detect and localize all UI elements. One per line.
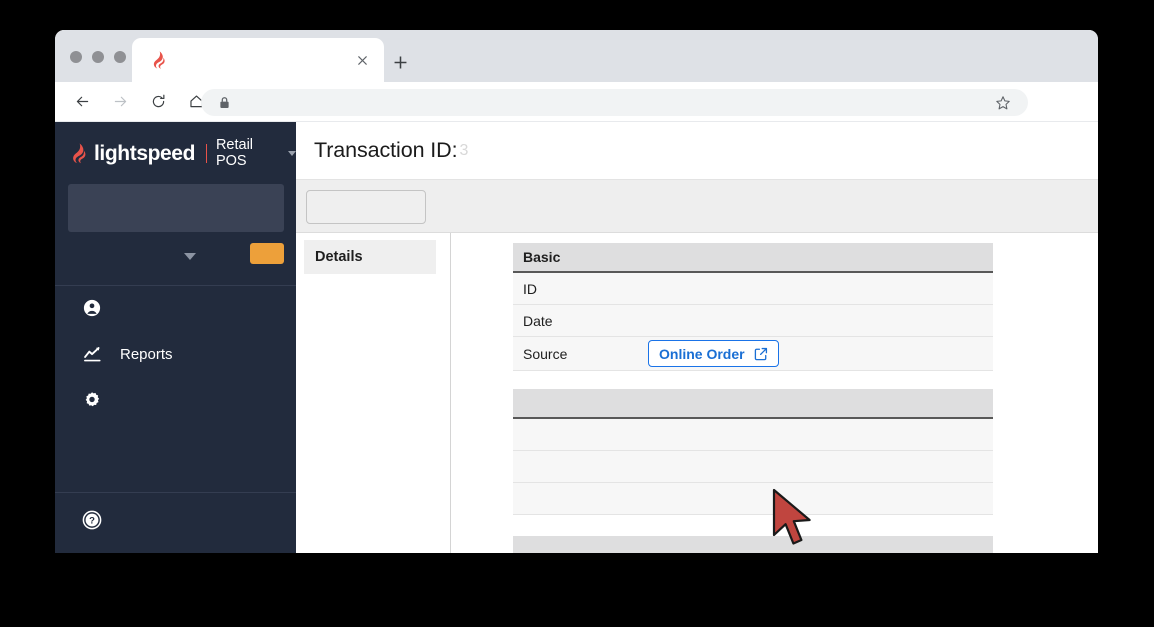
card-basic: Basic ID Date Source Online Order — [513, 243, 993, 371]
gear-icon — [82, 390, 102, 410]
brand-product-name: Retail POS — [215, 137, 254, 169]
browser-toolbar — [55, 82, 1098, 122]
table-row — [513, 419, 993, 451]
browser-tab[interactable] — [132, 38, 384, 82]
window-traffic-lights — [70, 51, 126, 63]
card-title: Basic — [523, 249, 561, 265]
chevron-down-icon[interactable] — [288, 150, 296, 156]
address-bar[interactable] — [201, 89, 1028, 116]
new-tab-button[interactable] — [388, 50, 412, 74]
browser-window: lightspeed Retail POS Reports ? Transact… — [55, 30, 1098, 553]
card-secondary — [513, 389, 993, 515]
lightspeed-brand[interactable]: lightspeed Retail POS — [70, 137, 296, 169]
sidebar-filter-row — [68, 240, 284, 272]
row-label: ID — [523, 280, 537, 297]
sidebar-action-button[interactable] — [250, 243, 284, 264]
sub-toolbar — [296, 180, 1098, 233]
page-title: Transaction ID: — [314, 138, 458, 162]
table-row — [513, 451, 993, 483]
details-side-pane: Details — [296, 233, 451, 553]
table-row: ID — [513, 273, 993, 305]
window-close-button[interactable] — [70, 51, 82, 63]
tab-details[interactable]: Details — [304, 240, 436, 274]
sidebar-item-reports[interactable]: Reports — [55, 331, 296, 377]
sidebar-search-input[interactable] — [68, 184, 284, 232]
brand-wordmark: lightspeed — [94, 141, 196, 165]
card-header — [513, 536, 993, 553]
chevron-down-icon[interactable] — [184, 253, 196, 260]
online-order-link-button[interactable]: Online Order — [648, 340, 779, 367]
lightspeed-flame-icon — [151, 51, 168, 69]
table-row: Date — [513, 305, 993, 337]
card-header: Basic — [513, 243, 993, 273]
online-order-label: Online Order — [659, 345, 745, 362]
sidebar-footer-divider — [55, 492, 296, 493]
external-link-icon — [754, 347, 768, 361]
subtoolbar-button[interactable] — [306, 190, 426, 224]
window-maximize-button[interactable] — [114, 51, 126, 63]
back-button[interactable] — [68, 88, 96, 116]
page-header: Transaction ID: 3 — [296, 122, 1098, 180]
sidebar-item-settings[interactable] — [55, 377, 296, 423]
table-row — [513, 483, 993, 515]
reload-button[interactable] — [144, 88, 172, 116]
bookmark-star-icon[interactable] — [995, 95, 1011, 111]
app-sidebar: lightspeed Retail POS Reports ? — [55, 122, 296, 553]
chart-line-icon — [82, 344, 102, 364]
detail-cards-pane: Basic ID Date Source Online Order — [451, 233, 1098, 553]
card-tertiary — [513, 536, 993, 553]
row-label: Date — [523, 312, 553, 329]
table-row: Source Online Order — [513, 337, 993, 371]
forward-button[interactable] — [106, 88, 134, 116]
sidebar-nav-list: Reports — [55, 285, 296, 423]
window-minimize-button[interactable] — [92, 51, 104, 63]
lightspeed-flame-icon — [70, 143, 89, 164]
browser-tab-strip — [55, 30, 1098, 82]
brand-separator — [206, 143, 207, 163]
page-viewport: lightspeed Retail POS Reports ? Transact… — [55, 122, 1098, 553]
sidebar-item-label: Reports — [120, 345, 173, 363]
svg-text:?: ? — [89, 515, 95, 526]
panes-container: Details Basic ID Date Source Online Orde… — [296, 233, 1098, 553]
user-icon — [82, 298, 102, 318]
page-content: Transaction ID: 3 Details Basic ID Date … — [296, 122, 1098, 553]
lock-icon — [219, 96, 231, 110]
row-label: Source — [523, 345, 568, 362]
help-circle-icon[interactable]: ? — [82, 510, 102, 530]
sidebar-item-customers[interactable] — [55, 285, 296, 331]
tab-details-label: Details — [315, 249, 363, 265]
page-title-trailing: 3 — [459, 141, 469, 159]
tab-close-icon[interactable] — [354, 52, 370, 68]
card-header — [513, 389, 993, 419]
